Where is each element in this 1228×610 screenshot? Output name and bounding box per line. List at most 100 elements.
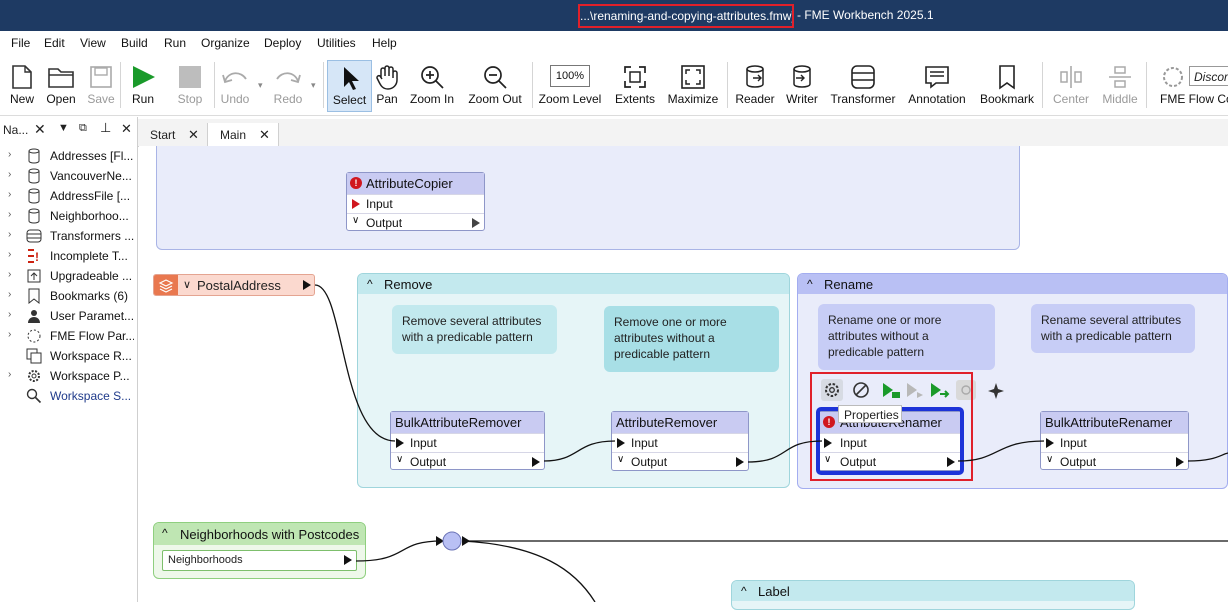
output-port-icon[interactable] [736,457,744,467]
input-port[interactable]: Input [391,433,544,453]
output-port-icon[interactable] [472,218,480,228]
zoom-in-button[interactable]: Zoom In [405,60,459,112]
output-port-icon[interactable] [532,457,540,467]
nav-item-addressfile[interactable]: › AddressFile [... [6,186,134,206]
annotation-button[interactable]: Annotation [908,60,966,112]
bookmark-header[interactable]: ^ Label [732,581,1134,601]
nav-item-upgradeable[interactable]: › Upgradeable ... [6,266,134,286]
transformer-button[interactable]: Transformer [831,60,895,112]
extents-button[interactable]: Extents [608,60,662,112]
output-port[interactable]: ∨ Output [347,213,484,233]
zoom-out-button[interactable]: Zoom Out [468,60,522,112]
nav-item-transformers[interactable]: › Transformers ... [6,226,134,246]
pin-icon[interactable]: ⊥ [100,120,111,136]
transformer-header[interactable]: ! AttributeCopier [347,173,484,194]
close-panel-icon[interactable]: ✕ [121,121,132,137]
menu-build[interactable]: Build [121,36,148,50]
bookmark-header[interactable]: ^ Remove [358,274,789,294]
output-port[interactable]: ∨ Output [612,452,748,472]
close-icon[interactable]: ✕ [34,121,46,138]
nav-item-fme-flow-parameters[interactable]: › FME Flow Par... [6,326,134,346]
menu-edit[interactable]: Edit [44,36,65,50]
nav-item-workspace-resources[interactable]: Workspace R... [6,346,134,366]
input-port[interactable]: Input [1041,433,1188,453]
nav-item-workspace-search[interactable]: Workspace S... [6,386,134,406]
expand-chevron-icon[interactable]: › [8,229,11,240]
bookmark-button[interactable]: Bookmark [980,60,1034,112]
dropdown-icon[interactable]: ▼ [58,122,69,134]
nav-item-incomplete[interactable]: ›! Incomplete T... [6,246,134,266]
menu-organize[interactable]: Organize [201,36,250,50]
menu-file[interactable]: File [11,36,30,50]
close-tab-icon[interactable]: ✕ [188,127,199,143]
expand-chevron-icon[interactable]: › [8,169,11,180]
chevron-down-icon[interactable]: ∨ [617,454,624,465]
collapse-caret-icon[interactable]: ^ [741,584,747,598]
output-port[interactable]: ∨ Output [391,452,544,472]
annotation-rename-several[interactable]: Rename several attributes with a predica… [1031,304,1195,353]
zoom-level-input[interactable]: 100% [550,65,590,87]
nav-item-bookmarks[interactable]: › Bookmarks (6) [6,286,134,306]
chevron-down-icon[interactable]: ∨ [183,278,191,291]
menu-deploy[interactable]: Deploy [264,36,301,50]
reader-postaladdress[interactable]: ∨ PostalAddress [153,274,315,296]
tab-main[interactable]: Main ✕ [207,123,279,147]
nav-item-addresses[interactable]: › Addresses [Fl... [6,146,134,166]
collapse-caret-icon[interactable]: ^ [162,526,168,540]
nav-item-user-parameters[interactable]: › User Paramet... [6,306,134,326]
bookmark-input-port[interactable]: Neighborhoods [162,550,357,571]
discover-input[interactable]: Discor [1189,66,1228,86]
input-port[interactable]: Input [612,433,748,453]
output-port-icon[interactable] [303,280,311,290]
transformer-attributecopier[interactable]: ! AttributeCopier Input ∨ Output [346,172,485,231]
annotation-remove-several[interactable]: Remove several attributes with a predica… [392,305,557,354]
annotation-remove-one[interactable]: Remove one or more attributes without a … [604,306,779,372]
ai-assist-sparkle-icon[interactable] [986,380,1006,403]
junction-node[interactable] [443,532,461,550]
nav-item-vancouver[interactable]: › VancouverNe... [6,166,134,186]
expand-chevron-icon[interactable]: › [8,309,11,320]
expand-chevron-icon[interactable]: › [8,149,11,160]
redo-dropdown-chevron-icon[interactable]: ▾ [311,80,316,91]
expand-chevron-icon[interactable]: › [8,269,11,280]
expand-chevron-icon[interactable]: › [8,189,11,200]
middle-button[interactable]: Middle [1093,60,1147,112]
bookmark-top[interactable] [156,146,1020,250]
collapse-caret-icon[interactable]: ^ [367,277,373,291]
menu-utilities[interactable]: Utilities [317,36,356,50]
menu-run[interactable]: Run [164,36,186,50]
writer-button[interactable]: Writer [775,60,829,112]
chevron-down-icon[interactable]: ∨ [396,454,403,465]
menu-view[interactable]: View [80,36,106,50]
bookmark-header[interactable]: ^ Rename [798,274,1227,294]
chevron-down-icon[interactable]: ∨ [352,215,359,226]
expand-chevron-icon[interactable]: › [8,369,11,380]
nav-item-workspace-parameters[interactable]: › Workspace P... [6,366,134,386]
expand-chevron-icon[interactable]: › [8,329,11,340]
expand-chevron-icon[interactable]: › [8,289,11,300]
transformer-bulkattributeremover[interactable]: BulkAttributeRemover Input ∨ Output [390,411,545,470]
output-port-icon[interactable] [344,555,352,565]
float-window-icon[interactable]: ⧉ [79,122,87,135]
transformer-attributeremover[interactable]: AttributeRemover Input ∨ Output [611,411,749,471]
zoom-level-control[interactable]: 100% Zoom Level [539,60,601,112]
expand-chevron-icon[interactable]: › [8,249,11,260]
collapse-caret-icon[interactable]: ^ [807,277,813,291]
bookmark-label[interactable]: ^ Label [731,580,1135,610]
output-port-icon[interactable] [1176,457,1184,467]
bookmark-header[interactable]: ^ Neighborhoods with Postcodes [154,523,365,545]
nav-item-neighborhoods[interactable]: › Neighborhoo... [6,206,134,226]
redo-button[interactable]: Redo [261,60,315,112]
transformer-header[interactable]: BulkAttributeRenamer [1041,412,1188,433]
input-port[interactable]: Input [347,194,484,214]
chevron-down-icon[interactable]: ∨ [1046,454,1053,465]
expand-chevron-icon[interactable]: › [8,209,11,220]
annotation-rename-one[interactable]: Rename one or more attributes without a … [818,304,995,370]
menu-help[interactable]: Help [372,36,397,50]
transformer-header[interactable]: AttributeRemover [612,412,748,433]
close-tab-icon[interactable]: ✕ [259,127,270,143]
maximize-button[interactable]: Maximize [666,60,720,112]
output-port[interactable]: ∨ Output [1041,452,1188,472]
transformer-bulkattributerenamer[interactable]: BulkAttributeRenamer Input ∨ Output [1040,411,1189,470]
tab-start[interactable]: Start ✕ [140,123,206,145]
